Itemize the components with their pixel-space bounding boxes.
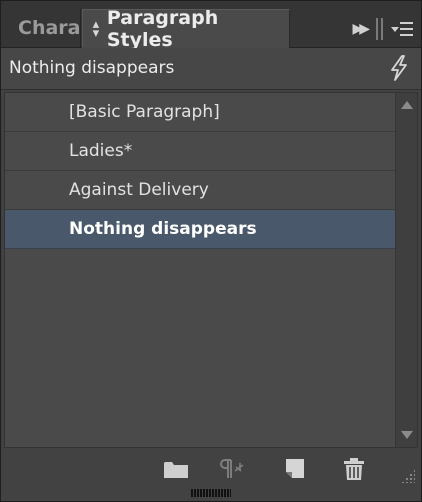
list-item-against-delivery[interactable]: Against Delivery (5, 171, 396, 210)
list-scrollbar[interactable] (395, 93, 417, 447)
current-style-row: Nothing disappears (1, 48, 421, 90)
list-item-label: Ladies* (69, 141, 133, 161)
panel-grip-icon[interactable] (376, 18, 383, 40)
styles-list-items: [Basic Paragraph] Ladies* Against Delive… (5, 93, 396, 249)
panel-bottom-gripper[interactable] (191, 489, 231, 497)
list-item-label: Against Delivery (69, 180, 209, 200)
tab-character-label: Chara (18, 17, 81, 39)
panel-controls: ▶▶ (352, 15, 413, 43)
panel-tab-bar: Chara ▴ ▾ Paragraph Styles ▶▶ (1, 1, 421, 51)
trash-icon[interactable] (341, 457, 367, 481)
list-item-label: Nothing disappears (69, 219, 257, 239)
current-style-name: Nothing disappears (9, 58, 175, 78)
tab-paragraph-styles-label: Paragraph Styles (106, 7, 219, 51)
lightning-icon[interactable] (387, 54, 411, 82)
list-item-label: [Basic Paragraph] (69, 102, 220, 122)
up-down-arrows-icon[interactable]: ▴ ▾ (89, 18, 103, 40)
list-item-basic-paragraph[interactable]: [Basic Paragraph] (5, 93, 396, 132)
resize-grip-icon[interactable] (401, 469, 415, 483)
panel-menu-icon[interactable] (391, 19, 413, 39)
folder-icon[interactable] (163, 457, 189, 481)
scroll-down-arrow-icon[interactable] (401, 431, 413, 439)
double-chevron-right-icon[interactable]: ▶▶ (352, 21, 369, 37)
bottom-toolbar (1, 449, 421, 487)
paragraph-styles-panel: Chara ▴ ▾ Paragraph Styles ▶▶ Nothing dis… (0, 0, 422, 502)
list-item-nothing-disappears[interactable]: Nothing disappears (5, 210, 396, 249)
scroll-up-arrow-icon[interactable] (401, 101, 413, 109)
clear-overrides-icon[interactable] (219, 457, 245, 481)
list-item-ladies[interactable]: Ladies* (5, 132, 396, 171)
tab-paragraph-styles[interactable]: ▴ ▾ Paragraph Styles (82, 7, 290, 51)
new-style-icon[interactable] (283, 457, 309, 481)
tab-character[interactable]: Chara (1, 9, 81, 47)
styles-list: [Basic Paragraph] Ladies* Against Delive… (4, 92, 418, 448)
